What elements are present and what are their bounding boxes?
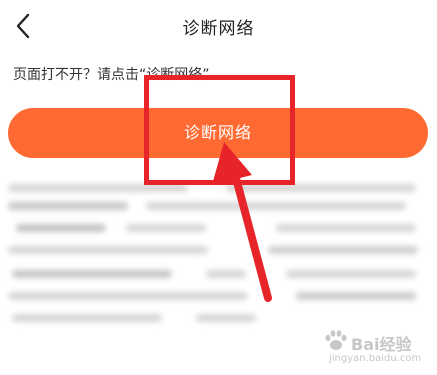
paw-icon xyxy=(325,330,347,350)
hint-text: 页面打不开？请点击“诊断网络” xyxy=(13,67,210,83)
diagnose-network-button[interactable]: 诊断网络 xyxy=(8,108,428,158)
nav-bar: 诊断网络 xyxy=(0,0,437,56)
page-title: 诊断网络 xyxy=(182,19,255,39)
screen: 诊断网络 页面打不开？请点击“诊断网络” 诊断网络 Bai经验 jingyan.… xyxy=(0,0,437,375)
watermark-url: jingyan.baidu.com xyxy=(329,353,422,364)
watermark-brand: Bai经验 xyxy=(351,335,412,354)
watermark: Bai经验 jingyan.baidu.com xyxy=(317,329,427,369)
blurred-content xyxy=(6,180,431,340)
